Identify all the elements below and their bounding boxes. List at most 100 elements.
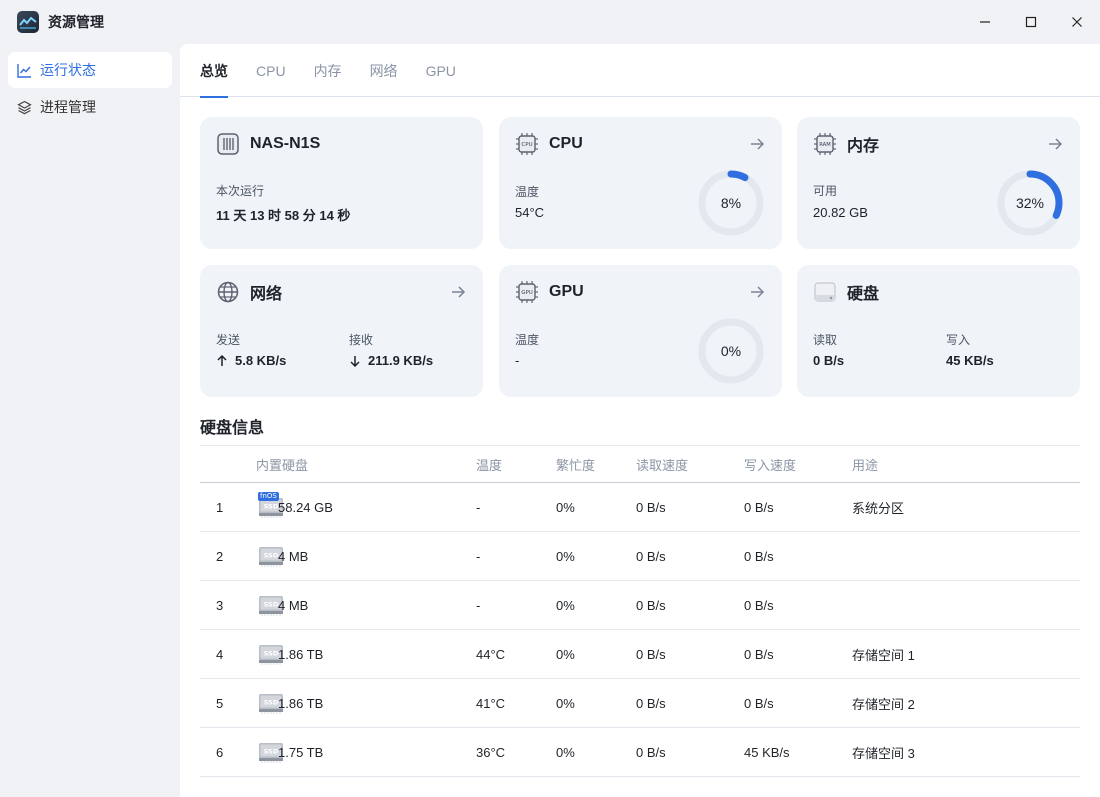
- tab-network[interactable]: 网络: [370, 44, 398, 97]
- app-title: 资源管理: [48, 14, 104, 30]
- sidebar-item-process-manager[interactable]: 进程管理: [8, 89, 172, 125]
- app-logo-icon: [17, 11, 39, 33]
- svg-text:SSD: SSD: [264, 699, 279, 707]
- disk-read-speed: 0 B/s: [636, 646, 666, 662]
- svg-text:SSD: SSD: [264, 601, 279, 609]
- network-send: 5.8 KB/s: [216, 353, 286, 368]
- svg-text:CPU: CPU: [521, 142, 532, 148]
- table-row[interactable]: 2 SSD 4 MB - 0% 0 B/s 0 B/s: [200, 532, 1080, 581]
- disk-write-value: 45 KB/s: [946, 353, 994, 368]
- table-body: 1 SSD 58.24 GB - 0% 0 B/s 0 B/s 系统分区 fnO…: [200, 483, 1080, 777]
- table-row[interactable]: 1 SSD 58.24 GB - 0% 0 B/s 0 B/s 系统分区 fnO…: [200, 483, 1080, 532]
- device-card: NAS-N1S 本次运行 11 天 13 时 58 分 14 秒: [200, 117, 483, 249]
- table-row[interactable]: 6 SSD 1.75 TB 36°C 0% 0 B/s 45 KB/s 存储空间…: [200, 728, 1080, 777]
- cpu-usage-text: 8%: [720, 195, 742, 211]
- cpu-temp-value: 54°C: [515, 205, 545, 220]
- disk-size: 4 MB: [278, 597, 309, 613]
- disk-read-speed: 0 B/s: [636, 695, 666, 711]
- network-recv: 211.9 KB/s: [349, 353, 433, 368]
- sidebar: 运行状态 进程管理: [0, 44, 180, 797]
- arrow-right-icon[interactable]: [748, 135, 766, 153]
- disk-usage: 存储空间 1: [852, 647, 915, 663]
- disk-size: 58.24 GB: [278, 499, 333, 515]
- svg-text:RAM: RAM: [819, 142, 830, 148]
- gpu-usage-gauge: 0%: [696, 316, 766, 386]
- gpu-temp-value: -: [515, 353, 520, 368]
- row-index: 3: [216, 597, 224, 613]
- maximize-button[interactable]: [1008, 0, 1054, 44]
- row-index: 6: [216, 744, 224, 760]
- table-row[interactable]: 3 SSD 4 MB - 0% 0 B/s 0 B/s: [200, 581, 1080, 630]
- memory-card[interactable]: RAM 内存 可用 20.82 GB 32%: [797, 117, 1080, 249]
- tab-cpu[interactable]: CPU: [256, 44, 286, 97]
- disk-write-speed: 0 B/s: [744, 695, 774, 711]
- disk-size: 1.86 TB: [278, 646, 324, 662]
- disk-write-speed: 45 KB/s: [744, 744, 790, 760]
- gpu-card[interactable]: GPU GPU 温度 - 0%: [499, 265, 782, 397]
- disk-busy: 0%: [556, 597, 575, 613]
- disk-info-title: 硬盘信息: [200, 420, 265, 437]
- disk-temp: 44°C: [476, 646, 506, 662]
- disk-busy: 0%: [556, 548, 575, 564]
- column-header: 用途: [852, 457, 879, 473]
- disk-write-label: 写入: [946, 333, 971, 347]
- gpu-temp-label: 温度: [515, 333, 540, 347]
- disk-size: 1.75 TB: [278, 744, 324, 760]
- disk-read-value: 0 B/s: [813, 353, 845, 368]
- disk-temp: -: [476, 548, 481, 564]
- disk-info-table: 内置硬盘 温度 繁忙度 读取速度 写入速度 用途 1 SSD 58.24 GB …: [200, 445, 1080, 777]
- disk-usage: 系统分区: [852, 500, 905, 516]
- gpu-title: GPU: [549, 283, 584, 300]
- network-send-label: 发送: [216, 333, 241, 347]
- network-card[interactable]: 网络 发送 5.8 KB/s 接收 211.9 KB/s: [200, 265, 483, 397]
- svg-text:SSD: SSD: [264, 650, 279, 658]
- disk-read-speed: 0 B/s: [636, 548, 666, 564]
- uptime-label: 本次运行: [216, 184, 265, 198]
- gpu-usage-text: 0%: [720, 343, 742, 359]
- cpu-temp-label: 温度: [515, 185, 540, 199]
- disk-temp: 36°C: [476, 744, 506, 760]
- window-controls: [962, 0, 1100, 44]
- tab-gpu[interactable]: GPU: [426, 44, 456, 97]
- svg-text:SSD: SSD: [264, 748, 279, 756]
- table-row[interactable]: 4 SSD 1.86 TB 44°C 0% 0 B/s 0 B/s 存储空间 1: [200, 630, 1080, 679]
- tab-bar: 总览 CPU 内存 网络 GPU: [180, 44, 1100, 98]
- hard-drive-icon: [813, 280, 837, 304]
- disk-temp: -: [476, 499, 481, 515]
- svg-text:GPU: GPU: [521, 290, 533, 296]
- column-header: 温度: [476, 457, 503, 473]
- close-button[interactable]: [1054, 0, 1100, 44]
- cpu-usage-gauge: 8%: [696, 168, 766, 238]
- cpu-card[interactable]: CPU CPU 温度 54°C 8%: [499, 117, 782, 249]
- disk-temp: -: [476, 597, 481, 613]
- table-row[interactable]: 5 SSD 1.86 TB 41°C 0% 0 B/s 0 B/s 存储空间 2: [200, 679, 1080, 728]
- svg-text:SSD: SSD: [264, 503, 279, 511]
- tab-memory[interactable]: 内存: [314, 44, 342, 97]
- column-header: 内置硬盘: [256, 457, 309, 473]
- device-name: NAS-N1S: [250, 135, 321, 152]
- nas-device-icon: [216, 132, 240, 156]
- disk-read-label: 读取: [813, 333, 838, 347]
- tab-overview[interactable]: 总览: [200, 44, 228, 98]
- arrow-right-icon[interactable]: [449, 283, 467, 301]
- fnos-badge: fnOS: [258, 492, 279, 501]
- disk-size: 1.86 TB: [278, 695, 324, 711]
- ram-chip-icon: RAM: [813, 132, 837, 156]
- minimize-button[interactable]: [962, 0, 1008, 44]
- disk-write-speed: 0 B/s: [744, 597, 774, 613]
- sidebar-item-running-status[interactable]: 运行状态: [8, 52, 172, 88]
- cpu-chip-icon: CPU: [515, 132, 539, 156]
- network-recv-label: 接收: [349, 333, 374, 347]
- arrow-right-icon[interactable]: [1046, 135, 1064, 153]
- disk-busy: 0%: [556, 744, 575, 760]
- memory-available-value: 20.82 GB: [813, 205, 868, 220]
- disk-busy: 0%: [556, 695, 575, 711]
- svg-text:SSD: SSD: [264, 552, 279, 560]
- cpu-title: CPU: [549, 135, 583, 152]
- disk-size: 4 MB: [278, 548, 309, 564]
- memory-usage-gauge: 32%: [995, 168, 1065, 238]
- sidebar-item-label: 运行状态: [40, 62, 96, 78]
- line-chart-icon: [17, 62, 33, 78]
- arrow-right-icon[interactable]: [748, 283, 766, 301]
- column-header: 写入速度: [744, 457, 797, 473]
